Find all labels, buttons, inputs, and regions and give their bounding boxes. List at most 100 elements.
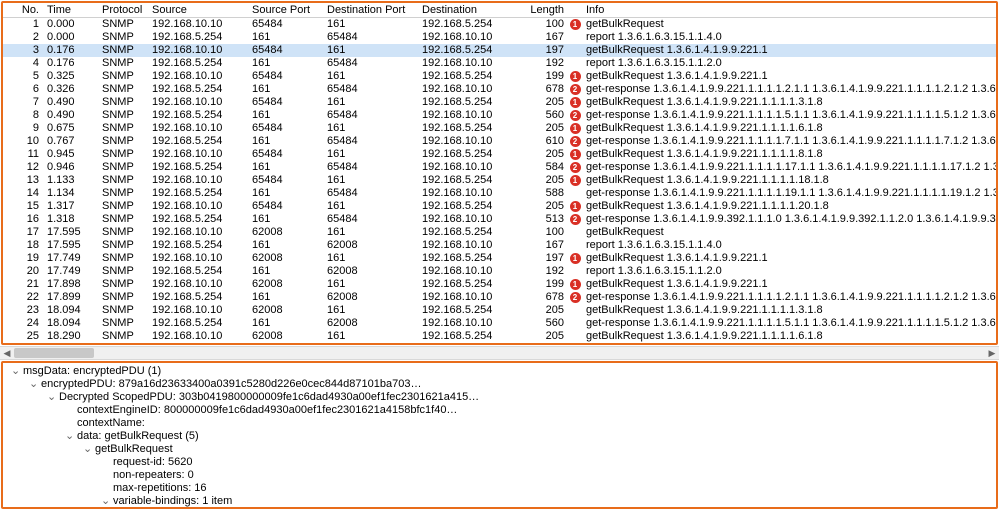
info-cell: getBulkRequest 1.3.6.1.4.1.9.9.221.1.1.1… bbox=[582, 304, 996, 317]
cell: SNMP bbox=[98, 83, 148, 96]
table-row[interactable]: 2318.094SNMP192.168.10.1062008161192.168… bbox=[3, 304, 996, 317]
cell: 65484 bbox=[323, 161, 418, 174]
expert-badge-cell bbox=[568, 304, 582, 317]
table-row[interactable]: 1917.749SNMP192.168.10.1062008161192.168… bbox=[3, 252, 996, 265]
cell: 17.749 bbox=[43, 252, 98, 265]
table-row[interactable]: 141.134SNMP192.168.5.25416165484192.168.… bbox=[3, 187, 996, 200]
caret-down-icon[interactable]: ⌄ bbox=[65, 430, 77, 443]
cell: 0.490 bbox=[43, 96, 98, 109]
table-row[interactable]: 30.176SNMP192.168.10.1065484161192.168.5… bbox=[3, 44, 996, 57]
caret-down-icon[interactable]: ⌄ bbox=[29, 378, 41, 391]
cell: SNMP bbox=[98, 31, 148, 44]
col-no[interactable]: No. bbox=[3, 3, 43, 18]
caret-down-icon[interactable]: ⌄ bbox=[119, 508, 131, 509]
cell: 5 bbox=[3, 70, 43, 83]
table-row[interactable]: 80.490SNMP192.168.5.25416165484192.168.1… bbox=[3, 109, 996, 122]
table-row[interactable]: 2518.290SNMP192.168.10.1062008161192.168… bbox=[3, 330, 996, 343]
table-row[interactable]: 60.326SNMP192.168.5.25416165484192.168.1… bbox=[3, 83, 996, 96]
table-row[interactable]: 2418.094SNMP192.168.5.25416162008192.168… bbox=[3, 317, 996, 330]
tree-node[interactable]: ⌄variable-bindings: 1 item bbox=[7, 495, 992, 508]
tree-node[interactable]: ⌄encryptedPDU: 879a16d23633400a0391c5280… bbox=[7, 378, 992, 391]
tree-label: encryptedPDU: 879a16d23633400a0391c5280d… bbox=[41, 378, 421, 390]
table-row[interactable]: 50.325SNMP192.168.10.1065484161192.168.5… bbox=[3, 70, 996, 83]
cell: 161 bbox=[323, 96, 418, 109]
table-row[interactable]: 10.000SNMP192.168.10.1065484161192.168.5… bbox=[3, 18, 996, 32]
tree-label: contextEngineID: 800000009fe1c6dad4930a0… bbox=[77, 404, 457, 416]
table-row[interactable]: 110.945SNMP192.168.10.1065484161192.168.… bbox=[3, 148, 996, 161]
table-row[interactable]: 2017.749SNMP192.168.5.25416162008192.168… bbox=[3, 265, 996, 278]
expert-badge-cell bbox=[568, 44, 582, 57]
table-row[interactable]: 70.490SNMP192.168.10.1065484161192.168.5… bbox=[3, 96, 996, 109]
cell: 192.168.10.10 bbox=[148, 226, 248, 239]
cell: SNMP bbox=[98, 148, 148, 161]
expert-badge-cell: 1 bbox=[568, 122, 582, 135]
col-spo[interactable]: Source Port bbox=[248, 3, 323, 18]
table-row[interactable]: 40.176SNMP192.168.5.25416165484192.168.1… bbox=[3, 57, 996, 70]
tree-node[interactable]: ⌄getBulkRequest bbox=[7, 443, 992, 456]
table-row[interactable]: 2217.899SNMP192.168.5.25416162008192.168… bbox=[3, 291, 996, 304]
caret-down-icon[interactable]: ⌄ bbox=[83, 443, 95, 456]
cell: 192.168.5.254 bbox=[148, 187, 248, 200]
cell: 192.168.5.254 bbox=[148, 213, 248, 226]
expert-badge-cell: 2 bbox=[568, 109, 582, 122]
col-info[interactable]: Info bbox=[582, 3, 996, 18]
table-row[interactable]: 20.000SNMP192.168.5.25416165484192.168.1… bbox=[3, 31, 996, 44]
table-row[interactable]: 100.767SNMP192.168.5.25416165484192.168.… bbox=[3, 135, 996, 148]
info-cell: get-response 1.3.6.1.4.1.9.9.221.1.1.1.1… bbox=[582, 161, 996, 174]
tree-label: data: getBulkRequest (5) bbox=[77, 430, 199, 442]
col-prot[interactable]: Protocol bbox=[98, 3, 148, 18]
cell: SNMP bbox=[98, 44, 148, 57]
col-dpo[interactable]: Destination Port bbox=[323, 3, 418, 18]
scroll-right-icon[interactable]: ▶ bbox=[985, 347, 999, 359]
col-dst[interactable]: Destination bbox=[418, 3, 518, 18]
table-row[interactable]: 151.317SNMP192.168.10.1065484161192.168.… bbox=[3, 200, 996, 213]
tree-node[interactable]: contextName: bbox=[7, 417, 992, 430]
cell: 205 bbox=[518, 122, 568, 135]
table-row[interactable]: 90.675SNMP192.168.10.1065484161192.168.5… bbox=[3, 122, 996, 135]
tree-node[interactable]: request-id: 5620 bbox=[7, 456, 992, 469]
cell: SNMP bbox=[98, 96, 148, 109]
tree-node[interactable]: non-repeaters: 0 bbox=[7, 469, 992, 482]
expert-badge-icon: 1 bbox=[570, 71, 581, 82]
table-row[interactable]: 131.133SNMP192.168.10.1065484161192.168.… bbox=[3, 174, 996, 187]
cell: 17.899 bbox=[43, 291, 98, 304]
cell: 192.168.5.254 bbox=[418, 70, 518, 83]
caret-down-icon[interactable]: ⌄ bbox=[101, 495, 113, 508]
cell: 62008 bbox=[323, 239, 418, 252]
tree-node[interactable]: contextEngineID: 800000009fe1c6dad4930a0… bbox=[7, 404, 992, 417]
scroll-left-icon[interactable]: ◀ bbox=[0, 347, 14, 359]
table-row[interactable]: 1817.595SNMP192.168.5.25416162008192.168… bbox=[3, 239, 996, 252]
col-time[interactable]: Time bbox=[43, 3, 98, 18]
table-row[interactable]: 161.318SNMP192.168.5.25416165484192.168.… bbox=[3, 213, 996, 226]
cell: 205 bbox=[518, 96, 568, 109]
table-row[interactable]: 120.946SNMP192.168.5.25416165484192.168.… bbox=[3, 161, 996, 174]
cell: 192.168.10.10 bbox=[418, 161, 518, 174]
tree-node[interactable]: ⌄data: getBulkRequest (5) bbox=[7, 430, 992, 443]
cell: 62008 bbox=[323, 317, 418, 330]
cell: SNMP bbox=[98, 213, 148, 226]
table-row[interactable]: 2117.898SNMP192.168.10.1062008161192.168… bbox=[3, 278, 996, 291]
packet-details-pane: ⌄msgData: encryptedPDU (1)⌄encryptedPDU:… bbox=[1, 361, 998, 509]
cell: 192.168.5.254 bbox=[418, 174, 518, 187]
cell: 192.168.10.10 bbox=[148, 44, 248, 57]
tree-node[interactable]: ⌄1.3.6.1.4.1.9.9.221.1: Value (Null) bbox=[7, 508, 992, 509]
caret-down-icon[interactable]: ⌄ bbox=[11, 365, 23, 378]
tree-node[interactable]: ⌄Decrypted ScopedPDU: 303b0419800000009f… bbox=[7, 391, 992, 404]
info-cell: get-response 1.3.6.1.4.1.9.9.221.1.1.1.1… bbox=[582, 291, 996, 304]
tree-node[interactable]: ⌄msgData: encryptedPDU (1) bbox=[7, 365, 992, 378]
cell: 17 bbox=[3, 226, 43, 239]
cell: SNMP bbox=[98, 330, 148, 343]
col-src[interactable]: Source bbox=[148, 3, 248, 18]
scroll-track[interactable] bbox=[14, 347, 985, 359]
hscrollbar[interactable]: ◀ ▶ bbox=[0, 346, 999, 360]
caret-down-icon[interactable]: ⌄ bbox=[47, 391, 59, 404]
table-row[interactable]: 1717.595SNMP192.168.10.1062008161192.168… bbox=[3, 226, 996, 239]
info-cell: report 1.3.6.1.6.3.15.1.1.4.0 bbox=[582, 239, 996, 252]
cell: 161 bbox=[323, 148, 418, 161]
cell: 192.168.10.10 bbox=[148, 252, 248, 265]
cell: SNMP bbox=[98, 317, 148, 330]
tree-node[interactable]: max-repetitions: 16 bbox=[7, 482, 992, 495]
col-len[interactable]: Length bbox=[518, 3, 568, 18]
scroll-thumb[interactable] bbox=[14, 348, 94, 358]
expert-badge-icon: 2 bbox=[570, 136, 581, 147]
